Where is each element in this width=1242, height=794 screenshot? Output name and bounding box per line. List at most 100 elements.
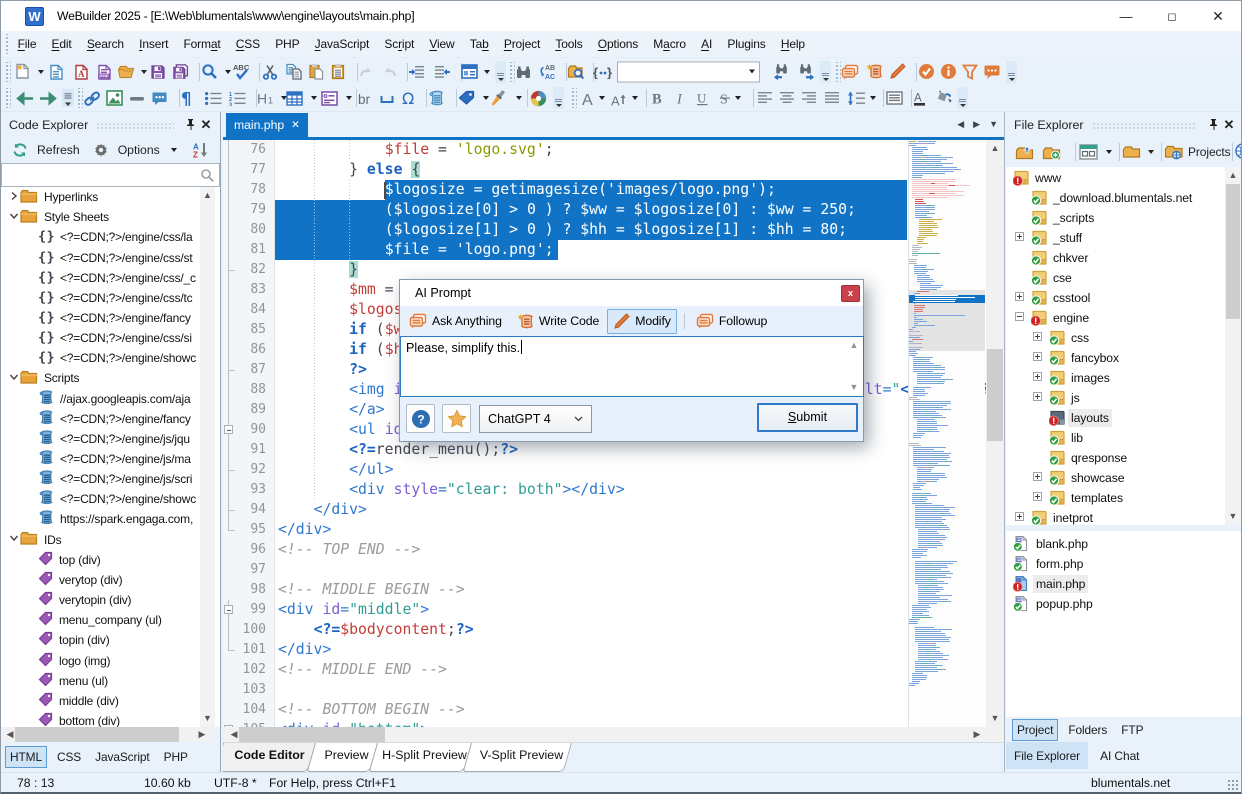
fold-collapse-icon[interactable] <box>224 605 233 614</box>
folder-item-csstool[interactable]: csstool <box>1006 287 1242 307</box>
hyperlink-button[interactable] <box>83 86 101 110</box>
menu-insert[interactable]: Insert <box>132 33 176 55</box>
ai-mode-modify[interactable]: Modify <box>607 309 677 334</box>
dropdown-caret-icon[interactable] <box>311 96 317 100</box>
align-justify-button[interactable] <box>824 86 840 110</box>
expand-toggle-icon[interactable] <box>1033 472 1042 481</box>
menu-help[interactable]: Help <box>773 33 812 55</box>
code-explorer-item--cdn-engine-css-tc[interactable]: {}<?=CDN;?>/engine/css/tc <box>1 288 200 308</box>
code-explorer-item-verytop-div-[interactable]: verytop (div) <box>1 570 200 590</box>
minimap[interactable] <box>908 140 985 727</box>
folder-item-cse[interactable]: cse <box>1006 267 1242 287</box>
navigate-back-button[interactable] <box>15 86 34 110</box>
publish-button[interactable] <box>1234 140 1242 164</box>
toolbar-grip[interactable] <box>508 62 515 82</box>
bullet-list-button[interactable] <box>204 86 222 110</box>
file-explorer-close-icon[interactable]: ✕ <box>1221 117 1237 133</box>
menu-ai[interactable]: AI <box>694 33 720 55</box>
code-explorer-item-menu-ul-[interactable]: menu (ul) <box>1 671 200 691</box>
file-item-main-php[interactable]: main.php <box>1006 573 1242 593</box>
paragraph-marks-button[interactable]: ¶ <box>181 86 195 110</box>
code-explorer-item--cdn-engine-css-st[interactable]: {}<?=CDN;?>/engine/css/st <box>1 247 200 267</box>
code-explorer-item--cdn-engine-js-jqu[interactable]: <?=CDN;?>/engine/js/jqu <box>1 429 200 449</box>
paste-button[interactable] <box>308 60 324 84</box>
language-tab-php[interactable]: PHP <box>160 747 192 767</box>
navigate-forward-button[interactable] <box>39 86 58 110</box>
tag-button[interactable] <box>458 86 475 110</box>
open-folder-button[interactable] <box>117 60 135 84</box>
minimize-button[interactable]: — <box>1103 1 1149 31</box>
panel-drag-grip[interactable] <box>96 122 174 130</box>
tab-list-icon[interactable]: ▼ <box>989 119 998 130</box>
dropdown-caret-icon[interactable] <box>483 96 489 100</box>
replace-button[interactable]: ABAC <box>539 60 557 84</box>
refresh-label[interactable]: Refresh <box>37 143 80 157</box>
expand-toggle-icon[interactable] <box>1033 352 1042 361</box>
toolbar-overflow-button[interactable] <box>553 87 564 109</box>
options-gear-icon[interactable] <box>88 138 114 162</box>
pin-icon[interactable] <box>1205 118 1221 131</box>
menu-edit[interactable]: Edit <box>44 33 79 55</box>
dropdown-caret-icon[interactable] <box>225 70 231 74</box>
heading-button[interactable]: H1 <box>257 86 277 110</box>
code-explorer-item-scripts[interactable]: Scripts <box>1 368 200 388</box>
menu-file[interactable]: File <box>10 33 44 55</box>
dropdown-caret-icon[interactable] <box>632 96 638 100</box>
find-previous-button[interactable] <box>773 60 791 84</box>
ai-comment-button[interactable] <box>983 60 1001 84</box>
menu-script[interactable]: Script <box>377 33 422 55</box>
code-explorer-item--ajax-googleapis-com-aja[interactable]: //ajax.googleapis.com/aja <box>1 389 200 409</box>
favorite-button[interactable] <box>442 404 471 433</box>
new-folder-button[interactable] <box>1042 140 1061 164</box>
folder-item-chkver[interactable]: chkver <box>1006 247 1242 267</box>
spell-check-button[interactable]: ABC <box>233 60 251 84</box>
code-explorer-item-logo-img-[interactable]: logo (img) <box>1 650 200 670</box>
align-right-button[interactable] <box>801 86 817 110</box>
code-explorer-item--cdn-engine-js-ma[interactable]: <?=CDN;?>/engine/js/ma <box>1 449 200 469</box>
toolbar-grip[interactable] <box>570 88 577 108</box>
dock-tab-ai-chat[interactable]: AI Chat <box>1092 742 1147 769</box>
bold-button[interactable]: B <box>652 86 664 110</box>
indent-button[interactable] <box>408 60 426 84</box>
table-button[interactable] <box>286 86 303 110</box>
expand-toggle-icon[interactable] <box>1033 492 1042 501</box>
non-breaking-space-button[interactable] <box>380 86 394 110</box>
save-button[interactable] <box>150 60 166 84</box>
underline-button[interactable]: U <box>697 86 709 110</box>
folder-item-fancybox[interactable]: fancybox <box>1006 347 1242 367</box>
tab-close-icon[interactable]: ✕ <box>291 119 300 131</box>
fold-collapse-icon[interactable] <box>224 425 233 434</box>
maximize-button[interactable]: ◻ <box>1149 1 1195 31</box>
chevron-down-icon[interactable] <box>749 70 755 74</box>
font-button[interactable]: A <box>581 86 598 110</box>
projects-label[interactable]: Projects <box>1188 145 1231 159</box>
folder-item-www[interactable]: www <box>1006 167 1242 187</box>
dropdown-caret-icon[interactable] <box>346 96 352 100</box>
view-tab-code-editor[interactable]: Code Editor <box>223 743 316 772</box>
recent-pages-button[interactable] <box>62 86 74 110</box>
file-explorer-scrollbar[interactable]: ▲ ▼ <box>1225 167 1241 525</box>
save-all-button[interactable] <box>172 60 190 84</box>
code-explorer-item-hyperlinks[interactable]: Hyperlinks <box>1 187 200 207</box>
menu-javascript[interactable]: JavaScript <box>307 33 377 55</box>
language-tab-javascript[interactable]: JavaScript <box>91 747 154 767</box>
copy-button[interactable] <box>285 60 302 84</box>
view-mode-button[interactable] <box>1079 140 1098 164</box>
editor-vscrollbar[interactable]: ▲ ▼ <box>986 140 1004 727</box>
tab-main-php[interactable]: main.php✕ <box>226 113 308 137</box>
code-explorer-item-https-spark-engaga-com-[interactable]: https://spark.engaga.com, <box>1 509 200 529</box>
expand-toggle-icon[interactable] <box>1015 512 1024 521</box>
new-document-button[interactable] <box>14 60 31 84</box>
collapse-chevron-icon[interactable] <box>9 372 20 385</box>
dropdown-caret-icon[interactable] <box>484 70 490 74</box>
source-tab-ftp[interactable]: FTP <box>1117 720 1147 740</box>
search-term-combobox[interactable] <box>617 61 760 82</box>
folder-item-showcase[interactable]: showcase <box>1006 467 1242 487</box>
expand-toggle-icon[interactable] <box>1033 372 1042 381</box>
code-explorer-item-bottom-div-[interactable]: bottom (div) <box>1 711 200 727</box>
fill-color-button[interactable] <box>934 86 952 110</box>
code-explorer-close-icon[interactable]: ✕ <box>198 117 214 133</box>
code-explorer-scrollbar[interactable]: ▲ ▼ <box>200 187 215 727</box>
special-character-button[interactable]: Ω <box>402 86 417 110</box>
menu-options[interactable]: Options <box>590 33 646 55</box>
